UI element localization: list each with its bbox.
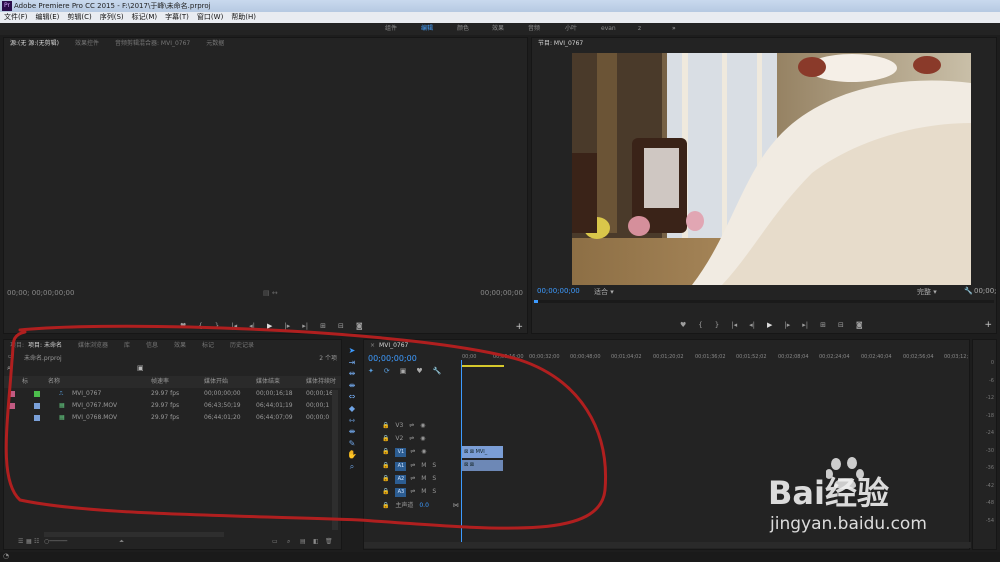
watermark-brand: Bai经验 (768, 474, 889, 512)
watermark-url: jingyan.baidu.com (770, 514, 927, 534)
baidu-watermark: Bai经验 jingyan.baidu.com (768, 456, 998, 536)
